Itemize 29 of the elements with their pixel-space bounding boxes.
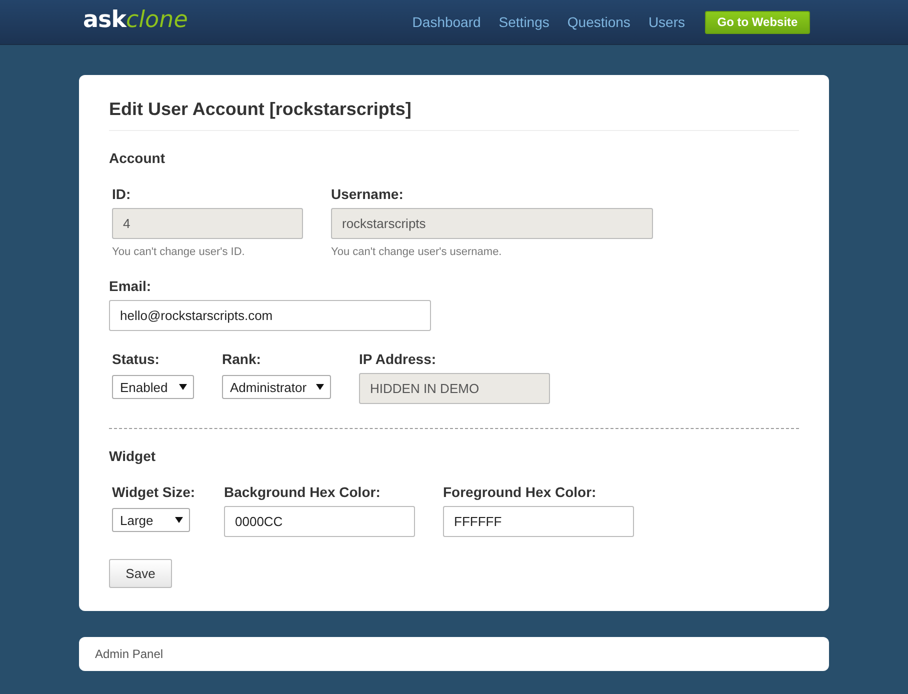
caret-icon: [316, 384, 324, 390]
caret-icon: [179, 384, 187, 390]
footer-text: Admin Panel: [95, 647, 164, 661]
field-label: Background Hex Color:: [224, 484, 382, 500]
dropdown[interactable]: Large: [112, 508, 190, 532]
field-label: IP Address:: [359, 351, 438, 367]
input-field[interactable]: hello@rockstarscripts.com: [109, 300, 431, 331]
field-label: Status:: [112, 351, 160, 367]
nav-link[interactable]: Settings: [498, 14, 550, 30]
input-field[interactable]: FFFFFF: [443, 506, 634, 537]
caret-icon: [175, 517, 183, 523]
nav-link[interactable]: Users: [648, 14, 685, 30]
logo[interactable]: askclone: [83, 8, 188, 32]
field-label: ID:: [112, 186, 132, 202]
dropdown[interactable]: Enabled: [112, 375, 194, 399]
nav-link[interactable]: Dashboard: [412, 14, 481, 30]
section-heading: Widget: [109, 448, 157, 464]
help-text: You can't change user's username.: [331, 246, 503, 258]
help-text: You can't change user's ID.: [112, 246, 246, 258]
save-button[interactable]: Save: [109, 559, 172, 588]
dropdown[interactable]: Administrator: [222, 375, 331, 399]
input-field[interactable]: 0000CC: [224, 506, 415, 537]
section-heading: Account: [109, 150, 166, 166]
page-title: Edit User Account [rockstarscripts]: [109, 99, 799, 131]
field-label: Username:: [331, 186, 404, 202]
field-label: Foreground Hex Color:: [443, 484, 598, 500]
field-label: Rank:: [222, 351, 262, 367]
nav-link[interactable]: Questions: [567, 14, 630, 30]
field-label: Email:: [109, 278, 152, 294]
